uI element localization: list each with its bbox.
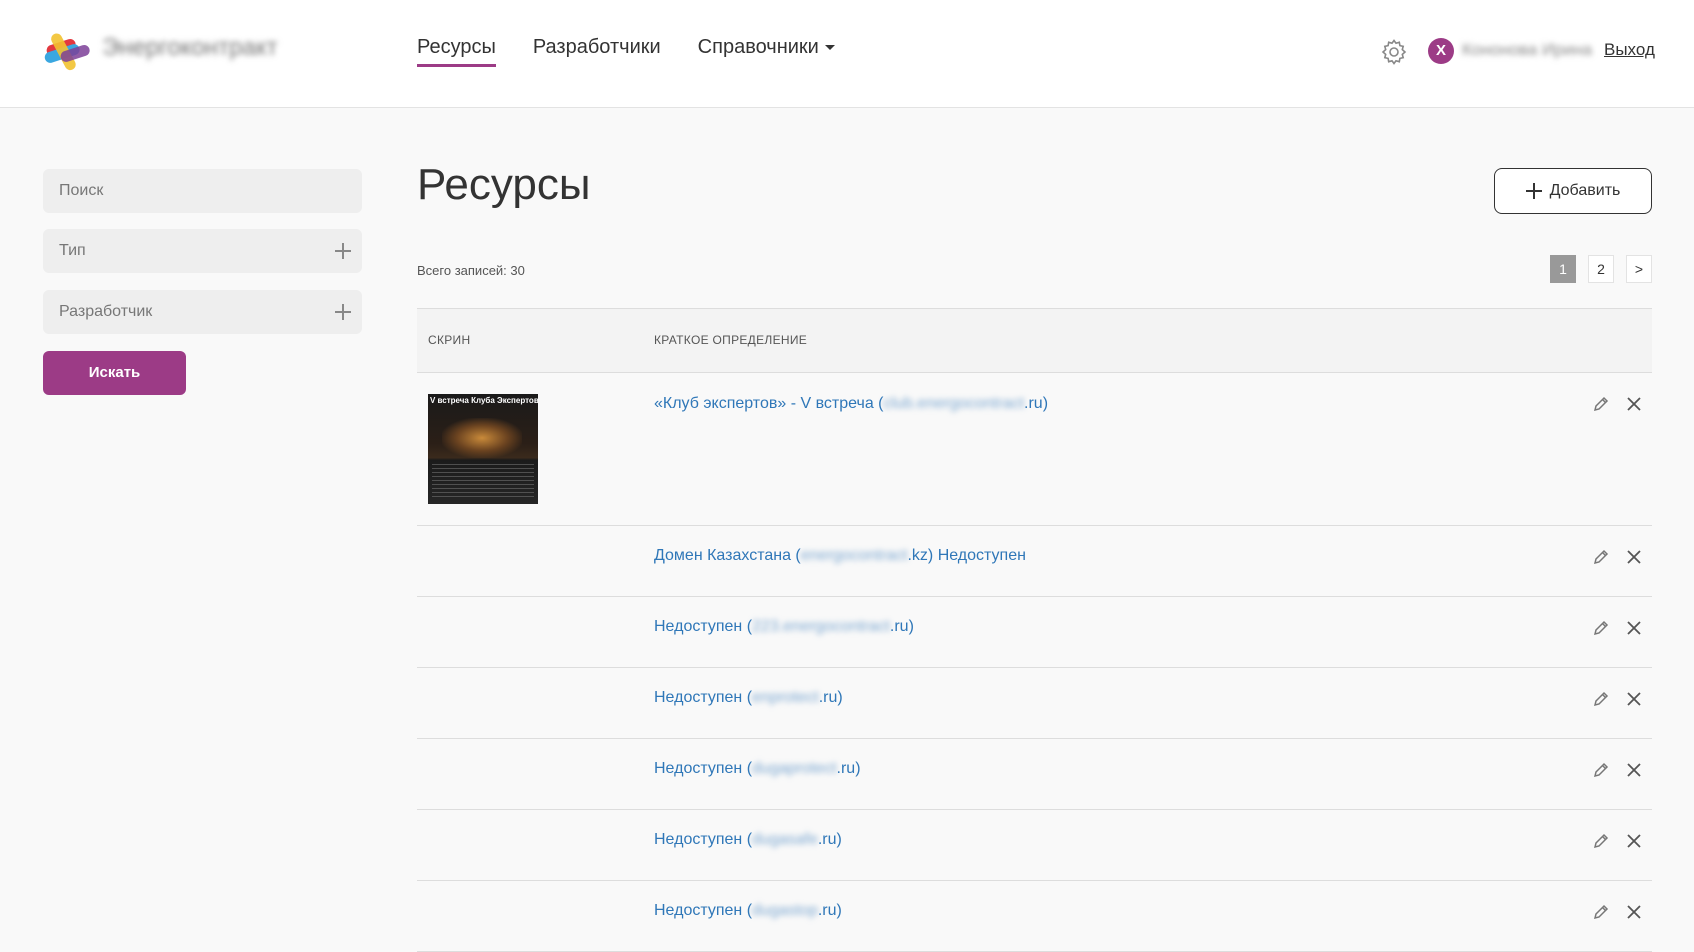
resource-link-suffix: .ru)	[818, 689, 843, 706]
total-records: Всего записей: 30	[417, 263, 525, 278]
pencil-icon[interactable]	[1592, 395, 1610, 413]
table-row: Недоступен (223.energocontract.ru)	[417, 597, 1652, 668]
resource-link-domain: enprotect	[752, 689, 819, 706]
resource-thumbnail[interactable]: V встреча Клуба Экспертов	[428, 394, 538, 504]
next-page-button[interactable]: >	[1626, 255, 1652, 283]
close-icon[interactable]	[1625, 619, 1643, 637]
caret-down-icon	[824, 45, 835, 51]
resource-link-prefix: Недоступен (	[654, 831, 753, 848]
table-row: Недоступен (dugastop.ru)	[417, 881, 1652, 952]
add-button[interactable]: Добавить	[1494, 168, 1652, 214]
page-title: Ресурсы	[417, 160, 591, 209]
resource-link[interactable]: «Клуб экспертов» - V встреча (club.energ…	[654, 395, 1048, 413]
main-nav: Ресурсы Разработчики Справочники	[417, 36, 835, 67]
type-filter[interactable]: Тип	[43, 229, 362, 273]
search-field[interactable]	[43, 169, 362, 213]
pencil-icon[interactable]	[1592, 690, 1610, 708]
search-button[interactable]: Искать	[43, 351, 186, 395]
developer-filter[interactable]: Разработчик	[43, 290, 362, 334]
resource-link-prefix: Недоступен (	[654, 618, 753, 635]
resource-link-domain: dugasafe	[752, 831, 818, 848]
logout-link[interactable]: Выход	[1604, 40, 1655, 60]
thumbnail-text-lines	[432, 464, 534, 498]
pagination: 1 2 >	[1550, 255, 1652, 283]
close-icon[interactable]	[1625, 903, 1643, 921]
resource-link[interactable]: Недоступен (dugastop.ru)	[654, 902, 842, 920]
resource-link-domain: dugaprotect	[752, 760, 837, 777]
column-screen: СКРИН	[428, 333, 471, 347]
close-icon[interactable]	[1625, 761, 1643, 779]
close-icon[interactable]	[1625, 832, 1643, 850]
resource-link-domain: club.energocontract	[883, 395, 1025, 412]
nav-references[interactable]: Справочники	[698, 36, 835, 67]
avatar[interactable]: Х	[1428, 38, 1454, 64]
pencil-icon[interactable]	[1592, 832, 1610, 850]
table-row: V встреча Клуба Экспертов «Клуб экспертов…	[417, 373, 1652, 526]
plus-icon[interactable]	[333, 241, 353, 261]
company-name: Энергоконтракт	[102, 34, 278, 61]
table-row: Домен Казахстана (energocontract.kz) Нед…	[417, 526, 1652, 597]
resources-table: СКРИН КРАТКОЕ ОПРЕДЕЛЕНИЕ V встреча Клуб…	[417, 308, 1652, 952]
resource-link-prefix: Недоступен (	[654, 902, 753, 919]
developer-filter-label: Разработчик	[59, 303, 153, 320]
column-definition: КРАТКОЕ ОПРЕДЕЛЕНИЕ	[654, 333, 808, 347]
resource-link[interactable]: Недоступен (enprotect.ru)	[654, 689, 843, 707]
nav-references-label: Справочники	[697, 36, 819, 58]
close-icon[interactable]	[1625, 395, 1643, 413]
gear-icon[interactable]	[1380, 38, 1408, 66]
resource-link-domain: energocontract	[800, 547, 908, 564]
thumbnail-glow	[442, 418, 522, 458]
table-row: Недоступен (dugasafe.ru)	[417, 810, 1652, 881]
resource-link-suffix: .ru)	[817, 902, 842, 919]
resource-link-suffix: .kz) Недоступен	[907, 547, 1026, 564]
page-2-button[interactable]: 2	[1588, 255, 1614, 283]
page-1-button[interactable]: 1	[1550, 255, 1576, 283]
close-icon[interactable]	[1625, 690, 1643, 708]
close-icon[interactable]	[1625, 548, 1643, 566]
table-row: Недоступен (dugaprotect.ru)	[417, 739, 1652, 810]
pencil-icon[interactable]	[1592, 903, 1610, 921]
resource-link[interactable]: Домен Казахстана (energocontract.kz) Нед…	[654, 547, 1026, 565]
resource-link-suffix: .ru)	[836, 760, 861, 777]
logo-icon[interactable]	[44, 28, 92, 76]
table-header: СКРИН КРАТКОЕ ОПРЕДЕЛЕНИЕ	[417, 308, 1652, 373]
resource-link-prefix: Домен Казахстана (	[654, 547, 801, 564]
resource-link-suffix: .ru)	[889, 618, 914, 635]
top-header: Энергоконтракт Ресурсы Разработчики Спра…	[0, 0, 1694, 108]
plus-icon[interactable]	[333, 302, 353, 322]
resource-link-suffix: .ru)	[1024, 395, 1049, 412]
resource-link[interactable]: Недоступен (dugasafe.ru)	[654, 831, 842, 849]
pencil-icon[interactable]	[1592, 761, 1610, 779]
pencil-icon[interactable]	[1592, 548, 1610, 566]
user-name: Кононова Ирина	[1462, 40, 1593, 59]
pencil-icon[interactable]	[1592, 619, 1610, 637]
nav-developers[interactable]: Разработчики	[533, 36, 661, 67]
resource-link-suffix: .ru)	[817, 831, 842, 848]
resource-link-prefix: Недоступен (	[654, 689, 753, 706]
search-input[interactable]	[59, 182, 339, 200]
table-row: Недоступен (enprotect.ru)	[417, 668, 1652, 739]
type-filter-label: Тип	[59, 242, 86, 259]
resource-link-domain: dugastop	[752, 902, 818, 919]
resource-link[interactable]: Недоступен (dugaprotect.ru)	[654, 760, 861, 778]
resource-link-prefix: Недоступен (	[654, 760, 753, 777]
add-button-label: Добавить	[1549, 182, 1621, 199]
thumbnail-title: V встреча Клуба Экспертов	[430, 396, 538, 405]
resource-link-domain: 223.energocontract	[752, 618, 890, 635]
nav-resources[interactable]: Ресурсы	[417, 36, 496, 67]
plus-icon	[1525, 183, 1542, 199]
resource-link[interactable]: Недоступен (223.energocontract.ru)	[654, 618, 914, 636]
resource-link-prefix: «Клуб экспертов» - V встреча (	[654, 395, 884, 412]
